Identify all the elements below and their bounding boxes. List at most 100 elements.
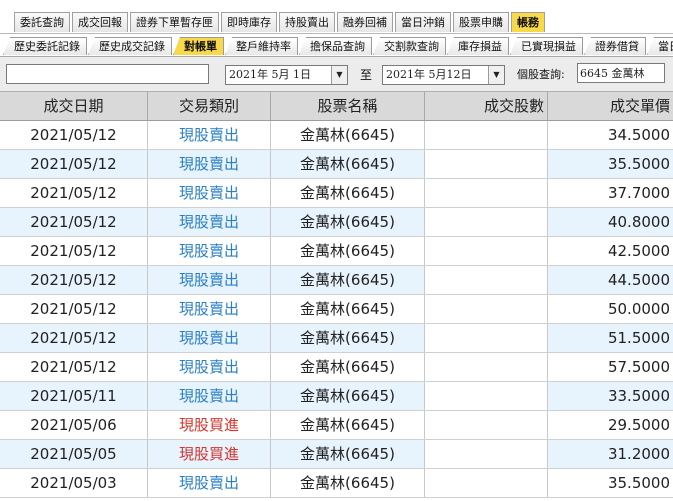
table-row[interactable]: 2021/05/12 現股賣出 金萬林(6645) 35.5000 — [0, 150, 673, 179]
table-row[interactable]: 2021/05/12 現股賣出 金萬林(6645) 51.5000 — [0, 324, 673, 353]
sub-tab[interactable]: 當日沖 — [647, 37, 673, 55]
sub-tab-list: 歷史委託記錄 歷史成交記錄 對帳單 整戶維持率 擔保品查詢 交割款查詢 庫存損益 已實現損益證… — [3, 37, 673, 55]
cell-date: 2021/05/05 — [0, 440, 148, 468]
table-row[interactable]: 2021/05/12 現股賣出 金萬林(6645) 42.5000 — [0, 237, 673, 266]
cell-stock-name: 金萬林(6645) — [271, 237, 425, 265]
col-header-qty[interactable]: 成交股數 — [425, 92, 548, 120]
cell-trade-type: 現股賣出 — [148, 179, 271, 207]
cell-trade-type: 現股賣出 — [148, 382, 271, 410]
cell-trade-type: 現股賣出 — [148, 469, 271, 497]
cell-price: 35.5000 — [607, 474, 670, 492]
chevron-down-icon[interactable]: ▼ — [331, 66, 347, 84]
account-field[interactable] — [6, 64, 209, 84]
cell-quantity — [425, 353, 548, 381]
cell-stock-name: 金萬林(6645) — [271, 295, 425, 323]
cell-stock-name: 金萬林(6645) — [271, 150, 425, 178]
sub-tab[interactable]: 歷史委託記錄 — [3, 37, 87, 55]
cell-price: 51.5000 — [607, 329, 670, 347]
to-label: 至 — [360, 68, 373, 82]
cell-date: 2021/05/12 — [0, 324, 148, 352]
cell-price: 34.5000 — [607, 126, 670, 144]
cell-price: 37.7000 — [607, 184, 670, 202]
chevron-down-icon[interactable]: ▼ — [488, 66, 504, 84]
cell-price: 40.8000 — [607, 213, 670, 231]
cell-quantity — [425, 179, 548, 207]
table-row[interactable]: 2021/05/03 現股賣出 金萬林(6645) 35.5000 — [0, 469, 673, 498]
cell-date: 2021/05/12 — [0, 266, 148, 294]
main-tab[interactable]: 當日沖銷 — [395, 12, 451, 32]
main-tab[interactable]: 證券下單暫存匣 — [130, 12, 219, 32]
cell-stock-name: 金萬林(6645) — [271, 411, 425, 439]
main-tab[interactable]: 成交回報 — [72, 12, 128, 32]
sub-tab[interactable]: 對帳單 — [173, 37, 224, 55]
cell-date: 2021/05/12 — [0, 237, 148, 265]
cell-date: 2021/05/06 — [0, 411, 148, 439]
cell-trade-type: 現股買進 — [148, 440, 271, 468]
cell-trade-type: 現股賣出 — [148, 121, 271, 149]
cell-trade-type: 現股賣出 — [148, 150, 271, 178]
cell-price: 57.5000 — [607, 358, 670, 376]
cell-quantity — [425, 469, 548, 497]
stock-query-label: 個股查詢: — [517, 68, 565, 81]
table-row[interactable]: 2021/05/12 現股賣出 金萬林(6645) 50.0000 — [0, 295, 673, 324]
table-row[interactable]: 2021/05/12 現股賣出 金萬林(6645) 57.5000 — [0, 353, 673, 382]
cell-quantity — [425, 295, 548, 323]
cell-price: 29.5000 — [607, 416, 670, 434]
sub-tab[interactable]: 庫存損益 — [447, 37, 509, 55]
main-tab[interactable]: 持股賣出 — [279, 12, 335, 32]
cell-date: 2021/05/12 — [0, 295, 148, 323]
table-row[interactable]: 2021/05/12 現股賣出 金萬林(6645) 34.5000 — [0, 121, 673, 150]
cell-trade-type: 現股賣出 — [148, 266, 271, 294]
table-row[interactable]: 2021/05/12 現股賣出 金萬林(6645) 40.8000 — [0, 208, 673, 237]
sub-tab[interactable]: 證券借貸 — [584, 37, 646, 55]
table-row[interactable]: 2021/05/06 現股買進 金萬林(6645) 29.5000 — [0, 411, 673, 440]
cell-date: 2021/05/12 — [0, 353, 148, 381]
main-tab[interactable]: 股票申購 — [453, 12, 509, 32]
cell-quantity — [425, 411, 548, 439]
date-from-select[interactable]: 2021年 5月 1日 ▼ — [225, 65, 348, 85]
cell-price: 35.5000 — [607, 155, 670, 173]
cell-date: 2021/05/12 — [0, 179, 148, 207]
main-tab[interactable]: 委託查詢 — [14, 12, 70, 32]
cell-stock-name: 金萬林(6645) — [271, 353, 425, 381]
cell-trade-type: 現股賣出 — [148, 353, 271, 381]
cell-price: 50.0000 — [607, 300, 670, 318]
cell-trade-type: 現股賣出 — [148, 324, 271, 352]
table-row[interactable]: 2021/05/12 現股賣出 金萬林(6645) 37.7000 — [0, 179, 673, 208]
cell-quantity — [425, 324, 548, 352]
date-to-select[interactable]: 2021年 5月12日 ▼ — [382, 65, 505, 85]
cell-quantity — [425, 237, 548, 265]
cell-stock-name: 金萬林(6645) — [271, 440, 425, 468]
table-row[interactable]: 2021/05/12 現股賣出 金萬林(6645) 44.5000 — [0, 266, 673, 295]
sub-tab[interactable]: 歷史成交記錄 — [88, 37, 172, 55]
sub-tab[interactable]: 交割款查詢 — [373, 37, 446, 55]
main-tab[interactable]: 帳務 — [511, 12, 545, 32]
table-row[interactable]: 2021/05/11 現股賣出 金萬林(6645) 33.5000 — [0, 382, 673, 411]
cell-price: 33.5000 — [607, 387, 670, 405]
col-header-stock[interactable]: 股票名稱 — [271, 92, 425, 120]
table-header: 成交日期 交易類別 股票名稱 成交股數 成交單價 — [0, 92, 673, 121]
col-header-date[interactable]: 成交日期 — [0, 92, 148, 120]
cell-quantity — [425, 150, 548, 178]
cell-stock-name: 金萬林(6645) — [271, 266, 425, 294]
main-tab[interactable]: 即時庫存 — [221, 12, 277, 32]
main-tab[interactable]: 融券回補 — [337, 12, 393, 32]
cell-price: 42.5000 — [607, 242, 670, 260]
cell-stock-name: 金萬林(6645) — [271, 324, 425, 352]
cell-stock-name: 金萬林(6645) — [271, 121, 425, 149]
cell-date: 2021/05/12 — [0, 121, 148, 149]
cell-trade-type: 現股買進 — [148, 411, 271, 439]
sub-tab[interactable]: 已實現損益 — [510, 37, 583, 55]
cell-quantity — [425, 121, 548, 149]
cell-date: 2021/05/03 — [0, 469, 148, 497]
cell-quantity — [425, 440, 548, 468]
cell-price: 44.5000 — [607, 271, 670, 289]
cell-trade-type: 現股賣出 — [148, 208, 271, 236]
sub-tab[interactable]: 整戶維持率 — [225, 37, 298, 55]
sub-tab[interactable]: 擔保品查詢 — [299, 37, 372, 55]
date-from-value: 2021年 5月 1日 — [229, 68, 311, 81]
table-row[interactable]: 2021/05/05 現股買進 金萬林(6645) 31.2000 — [0, 440, 673, 469]
col-header-price[interactable]: 成交單價 — [548, 92, 673, 120]
col-header-type[interactable]: 交易類別 — [148, 92, 271, 120]
stock-query-input[interactable]: 6645 金萬林 — [577, 63, 665, 83]
